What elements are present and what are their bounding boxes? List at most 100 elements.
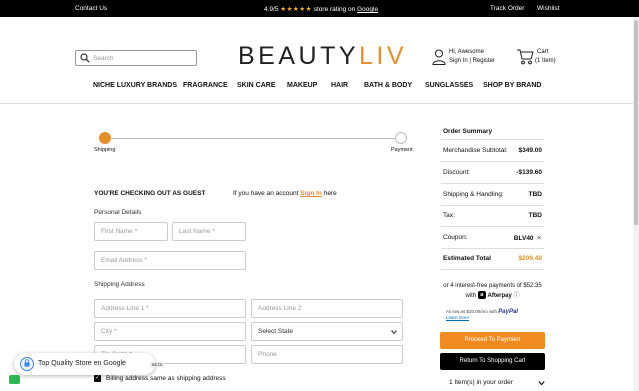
nav-item-bath-body[interactable]: BATH & BODY <box>364 82 412 89</box>
sign-in-note-suffix: here <box>323 190 337 197</box>
billing-same-label: Billing address same as shipping address <box>106 375 226 382</box>
page-scrollbar[interactable] <box>633 17 639 391</box>
top-bar: Contact Us 4.9/5 ★★★★★ store rating on G… <box>0 0 639 17</box>
store-rating: 4.9/5 ★★★★★ store rating on Google <box>264 5 378 13</box>
paypal-logo: PayPal <box>498 309 518 315</box>
estimated-total-row: Estimated Total $209.40 <box>443 255 542 262</box>
tax-row: Tax: TBD <box>443 212 542 219</box>
paypal-text: As low as $20.00/mo with <box>446 309 498 314</box>
nav-item-shop-by-brand[interactable]: SHOP BY BRAND <box>483 82 541 89</box>
address-line-2-field[interactable]: Address Line 2 <box>251 299 403 318</box>
chevron-down-icon <box>538 381 545 386</box>
rating-text: store rating on <box>313 6 356 13</box>
wishlist-link[interactable]: Wishlist <box>537 5 559 12</box>
nav-divider <box>0 103 639 104</box>
contact-us-link[interactable]: Contact Us <box>75 5 107 12</box>
state-select[interactable]: Select State <box>251 322 403 341</box>
checkout-sign-in-link[interactable]: Sign In <box>300 190 322 197</box>
nav-item-fragrance[interactable]: FRAGRANCE <box>183 82 228 89</box>
tax-label: Tax: <box>443 212 455 219</box>
checkout-progress: Shipping Payment <box>94 131 414 161</box>
shipping-address-heading: Shipping Address <box>94 281 145 288</box>
user-icon[interactable] <box>432 49 446 65</box>
chat-widget-button[interactable] <box>9 375 20 384</box>
last-name-field[interactable]: Last Name * <box>172 222 246 241</box>
nav-item-makeup[interactable]: MAKEUP <box>287 82 317 89</box>
summary-divider <box>441 248 544 249</box>
billing-same-checkbox[interactable]: ✓ <box>94 375 101 382</box>
summary-divider <box>441 161 544 162</box>
return-to-cart-button[interactable]: Return To Shopping Cart <box>440 353 545 370</box>
coupon-code: BLV40 <box>513 235 534 242</box>
sign-in-link[interactable]: Sign In <box>449 58 468 64</box>
discount-label: Discount: <box>443 169 471 176</box>
rating-stars-icon: ★★★★★ <box>280 6 312 13</box>
account-links: Sign In | Register <box>449 58 495 64</box>
rating-score: 4.9/5 <box>264 6 279 13</box>
email-field[interactable]: Email Address * <box>94 251 246 270</box>
google-shopping-icon <box>20 357 34 371</box>
info-icon[interactable]: ⓘ <box>514 293 520 299</box>
coupon-label: Coupon: <box>443 234 468 241</box>
estimated-total-label: Estimated Total <box>443 255 491 262</box>
chevron-down-icon <box>391 330 397 335</box>
proceed-to-payment-button[interactable]: Proceed To Payment <box>440 332 545 349</box>
estimated-total-value: $209.40 <box>518 255 543 262</box>
remove-coupon-icon[interactable]: ✕ <box>537 235 542 242</box>
track-order-link[interactable]: Track Order <box>490 5 524 12</box>
shipping-row: Shipping & Handling: TBD <box>443 191 542 198</box>
nav-item-niche-luxury-brands[interactable]: NICHE LUXURY BRANDS <box>93 82 177 89</box>
subtotal-row: Merchandise Subtotal: $349.00 <box>443 147 542 154</box>
summary-divider <box>441 226 544 227</box>
scrollbar-thumb[interactable] <box>634 20 638 225</box>
summary-divider <box>441 205 544 206</box>
beautyliv-logo[interactable]: BEAUTYLIV <box>238 42 407 71</box>
summary-divider <box>441 269 544 270</box>
google-badge-text: Top Quality Store en Google <box>38 360 126 367</box>
paypal-learn-more-link[interactable]: Learn more <box>446 315 518 321</box>
personal-details-heading: Personal Details <box>94 209 142 216</box>
sign-in-note: If you have an account Sign In here <box>233 190 337 197</box>
order-items-label: 1 Item(s) in your order <box>449 379 513 386</box>
greeting-text: Hi, Awesome <box>449 49 484 55</box>
guest-heading: YOU'RE CHECKING OUT AS GUEST <box>94 190 206 197</box>
nav-item-sunglasses[interactable]: SUNGLASSES <box>425 82 473 89</box>
step-shipping-indicator <box>99 132 111 144</box>
afterpay-installments: or 4 interest-free payments of $52.35 <box>443 283 542 289</box>
city-field[interactable]: City * <box>94 322 246 341</box>
coupon-row: Coupon: BLV40 ✕ <box>443 234 542 242</box>
search-icon <box>80 53 90 63</box>
beta-tag: BETA <box>150 362 165 367</box>
main-nav: NICHE LUXURY BRANDS FRAGRANCE SKIN CARE … <box>0 81 639 93</box>
shipping-label: Shipping & Handling: <box>443 191 504 198</box>
order-summary-title: Order Summary <box>443 128 493 135</box>
shipping-value: TBD <box>528 191 542 198</box>
step-payment-label: Payment <box>391 147 413 153</box>
tax-value: TBD <box>528 212 542 219</box>
nav-item-skin-care[interactable]: SKIN CARE <box>237 82 276 89</box>
state-select-value: Select State <box>258 328 294 335</box>
shopping-cart-icon <box>517 49 534 65</box>
search-box[interactable] <box>75 50 197 66</box>
logo-liv: LIV <box>359 42 408 70</box>
nav-item-hair[interactable]: HAIR <box>331 82 348 89</box>
first-name-field[interactable]: First Name * <box>94 222 168 241</box>
afterpay-brand-line: with a Afterpay ⓘ <box>441 291 544 301</box>
subtotal-value: $349.00 <box>518 147 543 154</box>
logo-beauty: BEAUTY <box>238 42 360 70</box>
summary-divider <box>441 139 544 140</box>
order-items-toggle[interactable]: 1 Item(s) in your order <box>449 379 545 386</box>
phone-field[interactable]: Phone <box>251 345 403 364</box>
google-store-badge[interactable]: Top Quality Store en Google BETA <box>14 353 165 375</box>
address-line-1-field[interactable]: Address Line 1 * <box>94 299 246 318</box>
step-payment-indicator <box>395 132 407 144</box>
sign-in-note-prefix: If you have an account <box>233 190 299 197</box>
step-shipping-label: Shipping <box>94 147 116 153</box>
link-separator: | <box>469 58 471 64</box>
search-input[interactable] <box>93 52 193 64</box>
discount-row: Discount: -$139.60 <box>443 169 542 176</box>
afterpay-name: Afterpay <box>487 293 512 299</box>
register-link[interactable]: Register <box>473 58 495 64</box>
summary-divider <box>441 183 544 184</box>
google-rating-link[interactable]: Google <box>357 6 378 13</box>
